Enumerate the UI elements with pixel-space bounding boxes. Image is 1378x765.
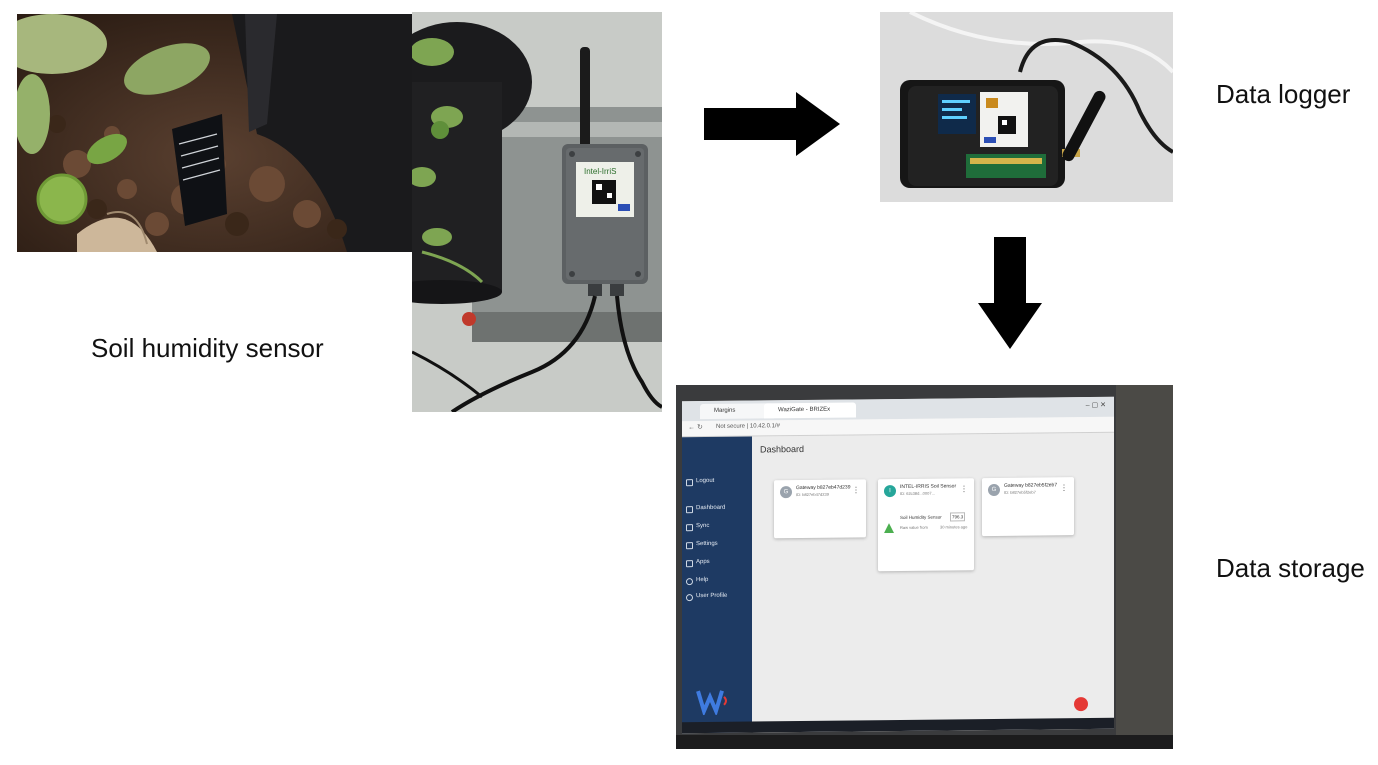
sensor-age: 30 minutes ago — [940, 524, 968, 530]
device-brand-text: Intel-IrriS — [584, 167, 616, 176]
card-subtitle: ID: b827eb47d239 — [796, 491, 829, 498]
address-bar[interactable]: ← ↻ Not secure | 10.42.0.1/# — [682, 416, 1114, 438]
label-data-storage: Data storage — [1216, 553, 1365, 583]
card-subtitle: ID: 62c38d...0007... — [900, 490, 935, 496]
more-vert-icon[interactable]: ⋮ — [852, 485, 860, 494]
arrow-right-icon — [704, 92, 840, 156]
gateway-card-1[interactable]: G Gateway b827eb47d239 ID: b827eb47d239 … — [774, 479, 866, 539]
address-text: Not secure | 10.42.0.1/# — [716, 423, 780, 430]
data-storage-laptop-photo: Margins WaziGate - BRIZEx – ▢ ✕ ← ↻ Not … — [676, 385, 1173, 749]
data-logger-photo — [880, 12, 1173, 202]
wazigate-logo-icon — [696, 690, 727, 716]
card-title: INTEL-IRRIS Soil Sensor — [900, 483, 957, 490]
gateway-card-2[interactable]: G Gateway b827eb5f2eb7 ID: b827eb5f2eb7 … — [982, 477, 1074, 537]
sync-icon — [686, 524, 693, 532]
sensor-device-photo: Intel-IrriS — [412, 12, 662, 412]
browser-tab-2[interactable]: WaziGate - BRIZEx — [764, 402, 856, 419]
help-icon — [686, 578, 693, 586]
page-title: Dashboard — [760, 443, 805, 455]
label-data-logger: Data logger — [1216, 79, 1351, 109]
more-vert-icon[interactable]: ⋮ — [1060, 483, 1068, 492]
sidebar-item-settings[interactable]: Settings — [696, 541, 718, 547]
window-controls-icon[interactable]: – ▢ ✕ — [1086, 401, 1106, 409]
dashboard-icon — [686, 506, 693, 514]
soil-photo-drawing — [17, 14, 412, 252]
card-subtitle: ID: b827eb5f2eb7 — [1004, 489, 1036, 495]
sidebar-item-apps[interactable]: Apps — [696, 559, 710, 565]
user-icon — [686, 594, 693, 602]
card-title: Gateway b827eb47d239 — [796, 484, 851, 492]
sensor-card[interactable]: I INTEL-IRRIS Soil Sensor ID: 62c38d...0… — [878, 478, 974, 572]
card-avatar: I — [884, 485, 896, 498]
sidebar-item-sync[interactable]: Sync — [696, 523, 709, 529]
sensor-caption: Raw value from — [900, 524, 928, 530]
soil-photo — [17, 14, 412, 252]
fab-button[interactable] — [1074, 697, 1088, 712]
card-title: Gateway b827eb5f2eb7 — [1004, 482, 1058, 489]
browser-screen: Margins WaziGate - BRIZEx – ▢ ✕ ← ↻ Not … — [682, 396, 1114, 734]
browser-tab-2-label: WaziGate - BRIZEx — [778, 406, 831, 414]
arrow-down-icon — [978, 237, 1042, 349]
logout-icon — [686, 479, 693, 487]
app-sidebar: Logout Dashboard Sync Settings Apps Help… — [682, 436, 752, 734]
browser-tab-1-label: Margins — [714, 407, 736, 414]
sensor-icon — [884, 523, 894, 533]
label-soil-humidity-sensor: Soil humidity sensor — [91, 333, 324, 363]
settings-icon — [686, 542, 693, 550]
back-icon[interactable]: ← ↻ — [688, 423, 703, 431]
sensor-name: Soil Humidity Sensor — [900, 514, 942, 520]
card-avatar: G — [780, 486, 792, 499]
sidebar-item-user-profile[interactable]: User Profile — [696, 593, 727, 599]
data-logger-drawing — [880, 12, 1173, 202]
sensor-value: 796.3 — [950, 512, 966, 522]
card-avatar: G — [988, 483, 1000, 497]
apps-icon — [686, 560, 693, 568]
sidebar-item-help[interactable]: Help — [696, 577, 708, 583]
more-vert-icon[interactable]: ⋮ — [960, 484, 968, 493]
sidebar-item-dashboard[interactable]: Dashboard — [696, 505, 725, 511]
browser-tab-1[interactable]: Margins — [700, 403, 774, 420]
sidebar-item-logout[interactable]: Logout — [696, 478, 714, 484]
sensor-device-drawing: Intel-IrriS — [412, 12, 662, 412]
